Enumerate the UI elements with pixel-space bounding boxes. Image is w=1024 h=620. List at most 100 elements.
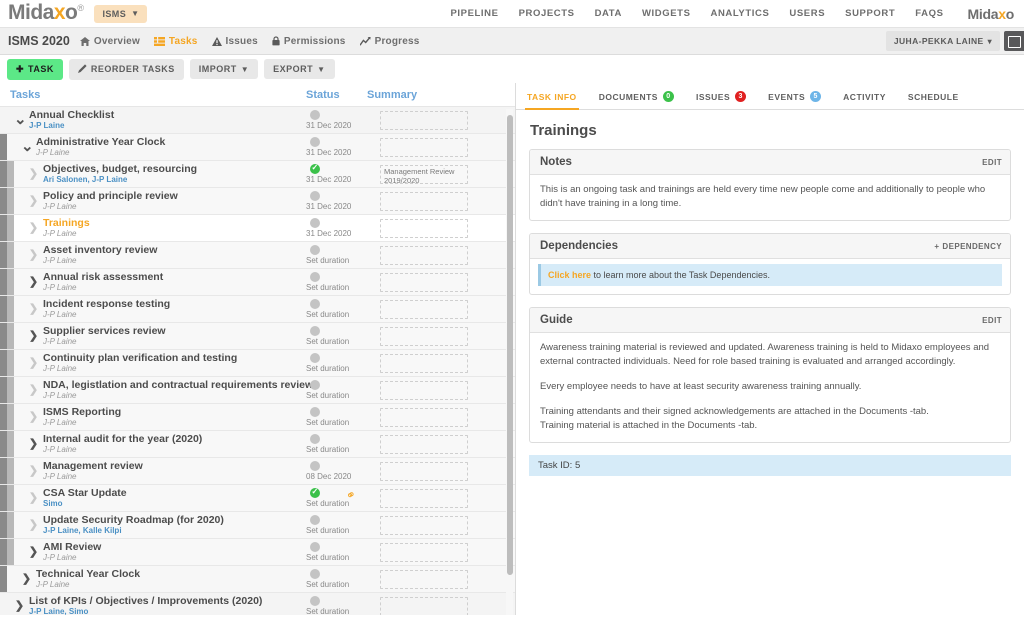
summary-cell[interactable] — [380, 219, 468, 238]
chevron-down-icon[interactable]: ⌄ — [21, 139, 34, 154]
sidebar-item-tasks[interactable]: Tasks — [153, 36, 198, 47]
task-name[interactable]: Objectives, budget, resourcing — [43, 163, 197, 175]
summary-cell[interactable] — [380, 570, 468, 589]
tab-activity[interactable]: ACTIVITY — [843, 92, 886, 109]
summary-cell[interactable] — [380, 462, 468, 481]
status-label[interactable]: 31 Dec 2020 — [306, 229, 351, 238]
tab-documents[interactable]: DOCUMENTS 0 — [599, 91, 674, 109]
table-row[interactable]: ❯ Incident response testing J-P Laine Set d… — [0, 296, 515, 323]
status-label[interactable]: Set duration — [306, 580, 349, 589]
table-row[interactable]: ❯ Objectives, budget, resourcing Ari Salon… — [0, 161, 515, 188]
user-menu[interactable]: JUHA-PEKKA LAINE ▾ — [885, 31, 1000, 51]
nav-item-pipeline[interactable]: PIPELINE — [450, 8, 498, 19]
status-pending-icon[interactable] — [310, 380, 320, 390]
chevron-right-icon[interactable]: ❯ — [28, 195, 39, 207]
task-name[interactable]: Management review — [43, 460, 143, 472]
status-complete-icon[interactable] — [310, 162, 320, 174]
summary-cell[interactable] — [380, 246, 468, 265]
task-name[interactable]: CSA Star Update — [43, 487, 127, 499]
column-header-tasks[interactable]: Tasks — [10, 89, 40, 101]
status-label[interactable]: Set duration — [306, 391, 349, 400]
chevron-down-icon[interactable]: ⌄ — [14, 112, 27, 127]
status-label[interactable]: Set duration — [306, 418, 349, 427]
status-pending-icon[interactable] — [310, 434, 320, 444]
summary-cell[interactable] — [380, 489, 468, 508]
summary-cell[interactable]: Management Review 2019/2020 — [380, 165, 468, 184]
chevron-right-icon[interactable]: ❯ — [28, 492, 39, 504]
summary-cell[interactable] — [380, 543, 468, 562]
status-label[interactable]: 31 Dec 2020 — [306, 202, 351, 211]
status-pending-icon[interactable] — [310, 542, 320, 552]
chevron-right-icon[interactable]: ❯ — [28, 357, 39, 369]
summary-cell[interactable] — [380, 111, 468, 130]
status-pending-icon[interactable] — [310, 299, 320, 309]
chevron-right-icon[interactable]: ❯ — [28, 546, 39, 558]
status-pending-icon[interactable] — [310, 461, 320, 471]
chevron-right-icon[interactable]: ❯ — [21, 573, 32, 585]
task-name[interactable]: AMI Review — [43, 541, 101, 553]
status-label[interactable]: Set duration — [306, 337, 349, 346]
nav-item-data[interactable]: DATA — [595, 8, 622, 19]
task-list-scrollbar-thumb[interactable] — [506, 115, 513, 575]
tab-task-info[interactable]: TASK INFO — [525, 92, 579, 110]
nav-item-faqs[interactable]: FAQS — [915, 8, 943, 19]
dependencies-help-link[interactable]: Click here — [548, 270, 591, 280]
nav-item-support[interactable]: SUPPORT — [845, 8, 895, 19]
status-label[interactable]: 08 Dec 2020 — [306, 472, 351, 481]
task-name[interactable]: Policy and principle review — [43, 190, 178, 202]
chevron-right-icon[interactable]: ❯ — [28, 222, 39, 234]
status-label[interactable]: Set duration — [306, 499, 349, 508]
task-name[interactable]: Continuity plan verification and testing — [43, 352, 237, 364]
sidebar-item-permissions[interactable]: Permissions — [272, 36, 346, 47]
status-label[interactable]: Set duration — [306, 283, 349, 292]
status-label[interactable]: 31 Dec 2020 — [306, 121, 351, 130]
status-label[interactable]: Set duration — [306, 445, 349, 454]
status-pending-icon[interactable] — [310, 407, 320, 417]
nav-item-widgets[interactable]: WIDGETS — [642, 8, 691, 19]
import-button[interactable]: IMPORT ▼ — [189, 59, 259, 79]
chevron-right-icon[interactable]: ❯ — [28, 168, 39, 180]
summary-cell[interactable] — [380, 435, 468, 454]
summary-cell[interactable] — [380, 300, 468, 319]
reorder-tasks-button[interactable]: REORDER TASKS — [68, 58, 184, 80]
chevron-right-icon[interactable]: ❯ — [28, 249, 39, 261]
status-label[interactable]: 31 Dec 2020 — [306, 175, 351, 184]
add-task-button[interactable]: ✚ TASK — [7, 58, 63, 80]
nav-item-projects[interactable]: PROJECTS — [519, 8, 575, 19]
table-row[interactable]: ❯ Policy and principle review J-P Laine 31 … — [0, 188, 515, 215]
layout-toggle-button[interactable] — [1004, 31, 1024, 51]
table-row[interactable]: ❯ AMI Review J-P Laine Set duration — [0, 539, 515, 566]
add-dependency-button[interactable]: + DEPENDENCY — [934, 242, 1002, 251]
task-name[interactable]: ISMS Reporting — [43, 406, 121, 418]
status-pending-icon[interactable] — [310, 515, 320, 525]
chevron-right-icon[interactable]: ❯ — [28, 411, 39, 423]
task-name[interactable]: Annual Checklist — [29, 109, 114, 121]
summary-cell[interactable] — [380, 273, 468, 292]
task-name[interactable]: Administrative Year Clock — [36, 136, 165, 148]
nav-item-analytics[interactable]: ANALYTICS — [711, 8, 770, 19]
task-name[interactable]: Update Security Roadmap (for 2020) — [43, 514, 224, 526]
status-pending-icon[interactable] — [310, 326, 320, 336]
table-row[interactable]: ❯ ISMS Reporting J-P Laine Set duration — [0, 404, 515, 431]
summary-cell[interactable] — [380, 138, 468, 157]
status-label[interactable]: Set duration — [306, 553, 349, 562]
task-name[interactable]: Technical Year Clock — [36, 568, 140, 580]
table-row[interactable]: ❯ List of KPIs / Objectives / Improvement… — [0, 593, 515, 615]
sidebar-item-issues[interactable]: Issues — [211, 36, 258, 47]
table-row[interactable]: ❯ Trainings J-P Laine 31 Dec 2020 — [0, 215, 515, 242]
summary-cell[interactable] — [380, 327, 468, 346]
summary-cell[interactable] — [380, 516, 468, 535]
chevron-right-icon[interactable]: ❯ — [28, 384, 39, 396]
table-row[interactable]: ❯ Supplier services review J-P Laine Set du… — [0, 323, 515, 350]
table-row[interactable]: ❯ Update Security Roadmap (for 2020) J-P L… — [0, 512, 515, 539]
status-complete-icon[interactable] — [310, 486, 320, 498]
tab-events[interactable]: EVENTS 5 — [768, 91, 822, 109]
status-label[interactable]: Set duration — [306, 526, 349, 535]
status-label[interactable]: Set duration — [306, 310, 349, 319]
status-label[interactable]: Set duration — [306, 364, 349, 373]
chevron-right-icon[interactable]: ❯ — [28, 465, 39, 477]
table-row[interactable]: ❯ Internal audit for the year (2020) J-P L… — [0, 431, 515, 458]
task-name[interactable]: Asset inventory review — [43, 244, 157, 256]
chevron-right-icon[interactable]: ❯ — [14, 600, 25, 612]
tab-schedule[interactable]: SCHEDULE — [908, 92, 959, 109]
